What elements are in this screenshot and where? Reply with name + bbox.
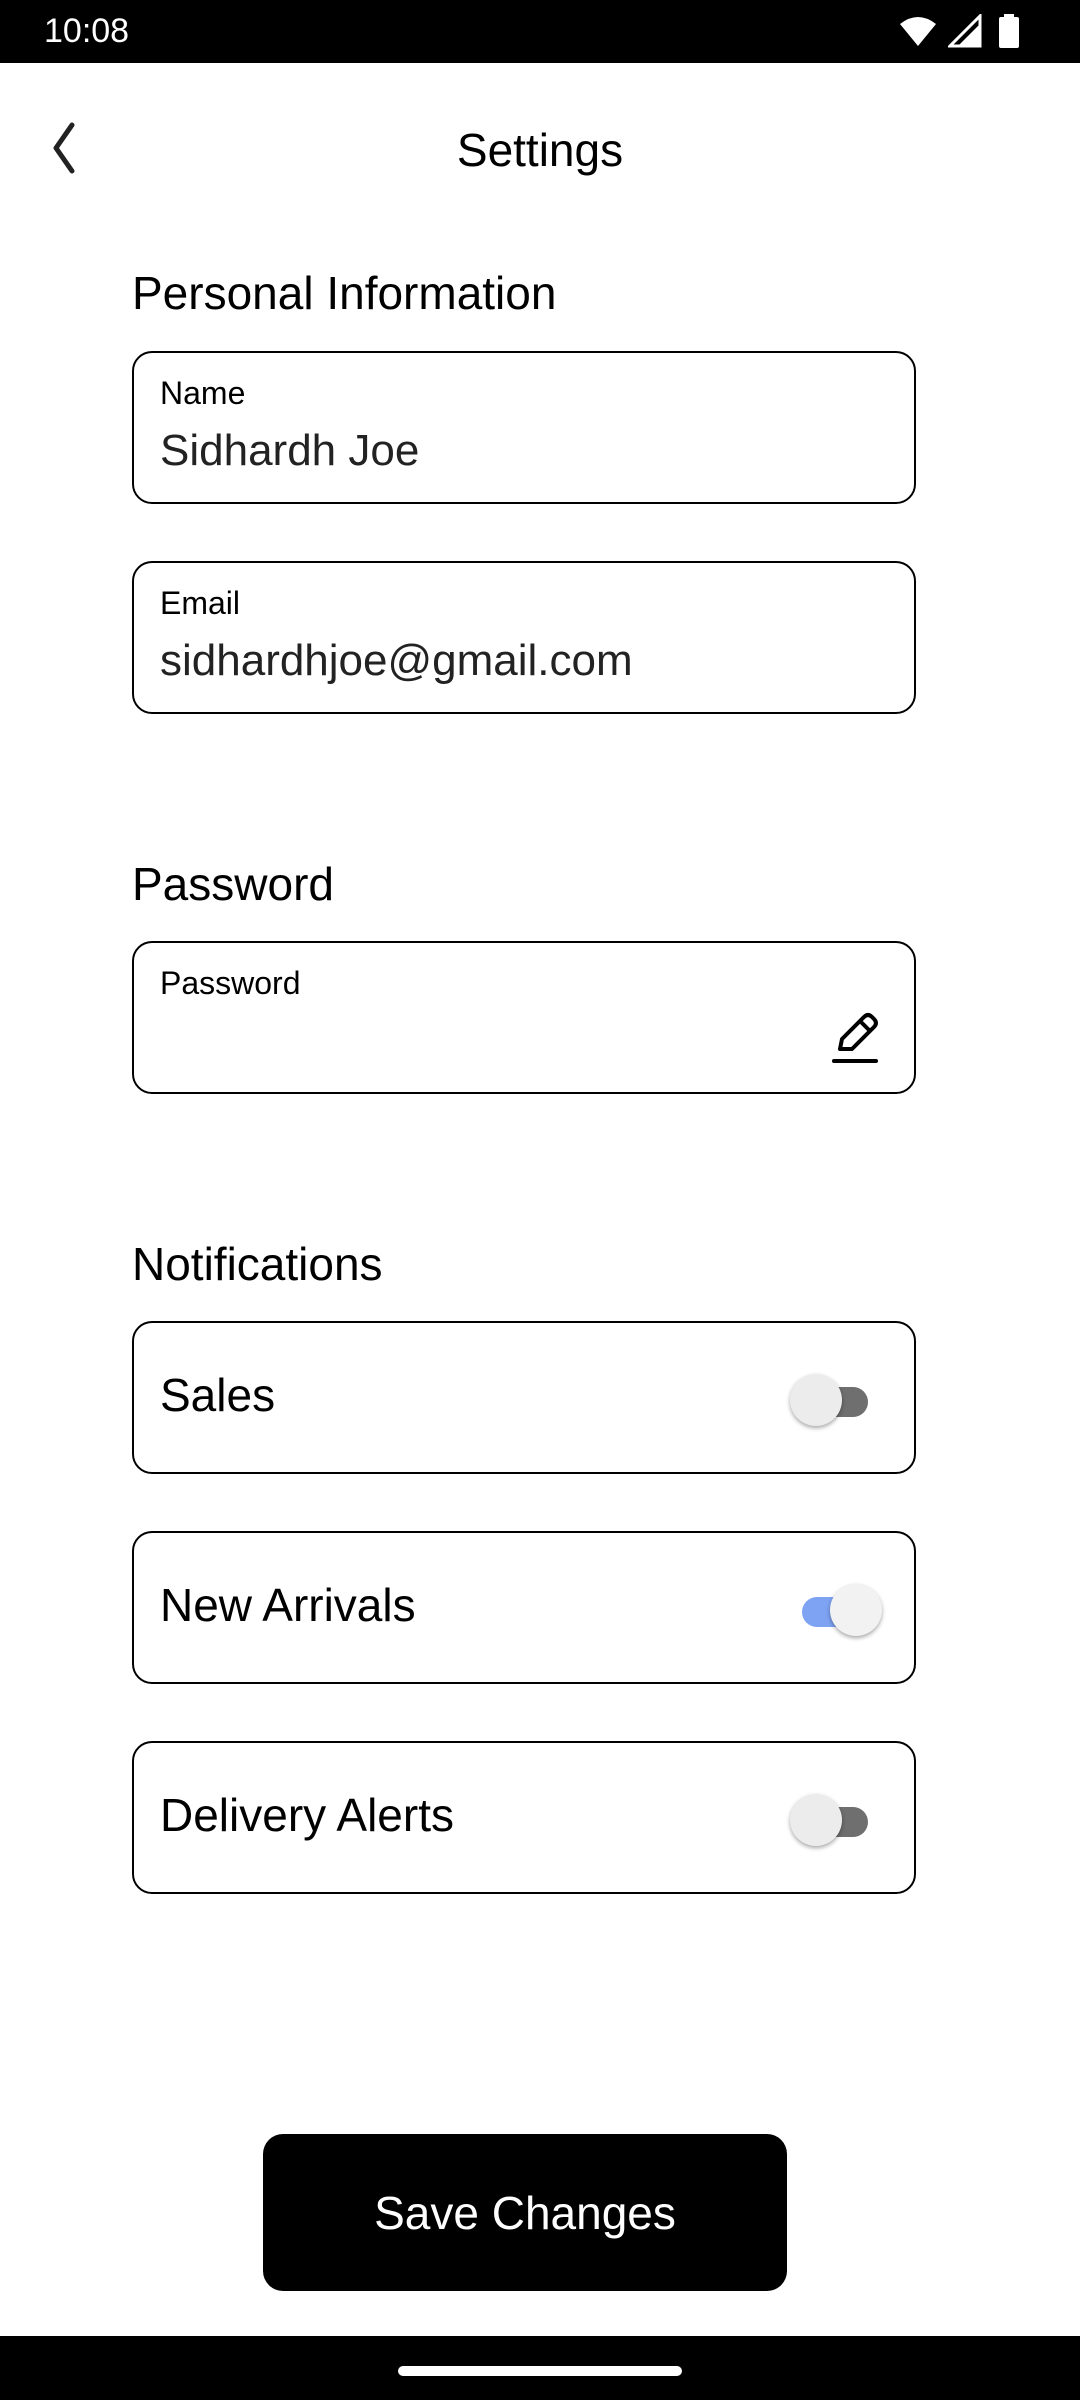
password-field[interactable]: Password [132, 941, 916, 1094]
notification-row-new-arrivals: New Arrivals [132, 1531, 916, 1684]
system-nav-bar [0, 2336, 1080, 2400]
notifications-heading: Notifications [132, 1238, 383, 1290]
password-field-label: Password [160, 965, 301, 1001]
sales-toggle[interactable] [790, 1374, 874, 1426]
edit-password-button[interactable] [828, 1007, 884, 1067]
status-icons [898, 14, 1038, 48]
name-field-label: Name [160, 375, 246, 411]
notification-label-sales: Sales [160, 1369, 276, 1421]
notification-label-new-arrivals: New Arrivals [160, 1579, 416, 1631]
status-time: 10:08 [44, 12, 130, 50]
save-changes-button[interactable]: Save Changes [263, 2134, 787, 2291]
battery-icon [999, 14, 1019, 48]
name-input[interactable] [160, 423, 860, 479]
password-input[interactable] [160, 1013, 760, 1069]
app-bar: Settings [0, 63, 1080, 235]
home-indicator[interactable] [398, 2366, 682, 2376]
email-field[interactable]: Email [132, 561, 916, 714]
pencil-icon [832, 1013, 878, 1063]
notification-label-delivery-alerts: Delivery Alerts [160, 1789, 454, 1841]
name-field[interactable]: Name [132, 351, 916, 504]
page-title: Settings [456, 124, 624, 176]
status-bar: 10:08 [0, 0, 1080, 63]
delivery-alerts-toggle[interactable] [790, 1794, 874, 1846]
toggle-knob [830, 1584, 882, 1636]
email-input[interactable] [160, 633, 860, 689]
new-arrivals-toggle[interactable] [794, 1584, 882, 1636]
notification-row-sales: Sales [132, 1321, 916, 1474]
notification-row-delivery-alerts: Delivery Alerts [132, 1741, 916, 1894]
email-field-label: Email [160, 585, 241, 621]
toggle-knob [790, 1794, 842, 1846]
personal-info-heading: Personal Information [132, 267, 557, 319]
wifi-icon [900, 17, 936, 46]
toggle-knob [790, 1374, 842, 1426]
signal-icon [948, 14, 982, 48]
password-heading: Password [132, 858, 334, 910]
